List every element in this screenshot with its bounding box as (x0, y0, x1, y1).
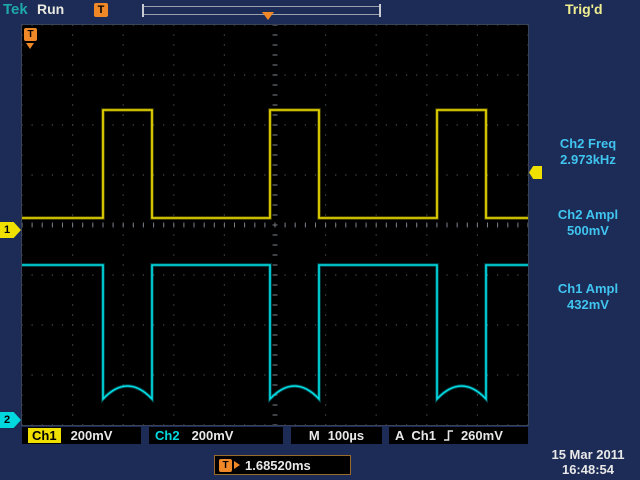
date-text: 15 Mar 2011 (538, 447, 638, 462)
ch1-label-badge: Ch1 (28, 428, 61, 443)
trigger-mode-label: A (395, 428, 404, 443)
measurement-ch2-ampl: Ch2 Ampl 500mV (536, 207, 640, 239)
trigger-source: Ch1 (411, 428, 436, 443)
acquisition-status: Run (37, 1, 64, 17)
rising-edge-icon (443, 429, 454, 442)
waveform-display (22, 25, 528, 425)
datetime-readout: 15 Mar 2011 16:48:54 (538, 447, 638, 477)
trigger-readout: A Ch1 260mV (389, 427, 528, 444)
horizontal-position-readout: T 1.68520ms (214, 455, 351, 475)
measurement-label: Ch2 Freq (536, 136, 640, 152)
ch2-volts-per-div: 200mV (192, 428, 234, 443)
trigger-time-arrow-icon (26, 43, 34, 49)
measurement-label: Ch2 Ampl (536, 207, 640, 223)
time-per-div: 100µs (328, 428, 364, 443)
ch1-ground-marker: 1 (0, 222, 21, 238)
graticule: T (22, 25, 528, 425)
measurement-label: Ch1 Ampl (536, 281, 640, 297)
measurement-value: 2.973kHz (536, 152, 640, 168)
measurement-ch2-freq: Ch2 Freq 2.973kHz (536, 136, 640, 168)
trigger-position-icon (262, 12, 274, 20)
tek-logo: Tek (3, 1, 28, 18)
timebase-readout: M 100µs (291, 427, 382, 444)
trigger-position-marker-icon: T (219, 459, 232, 472)
ch2-ground-marker: 2 (0, 412, 21, 428)
trigger-time-marker-icon: T (24, 28, 37, 41)
measurement-value: 432mV (536, 297, 640, 313)
time-text: 16:48:54 (538, 462, 638, 477)
right-arrow-icon (234, 461, 240, 469)
ch1-scale-readout: Ch1 200mV (22, 427, 141, 444)
ch2-label: Ch2 (155, 428, 180, 443)
ch1-volts-per-div: 200mV (71, 428, 113, 443)
trigger-position-value: 1.68520ms (245, 458, 311, 473)
ch2-scale-readout: Ch2 200mV (149, 427, 283, 444)
oscilloscope-screen: Tek Run T Trig'd T 1 2 Ch2 Freq 2.973kHz… (0, 0, 640, 480)
timebase-label: M (309, 428, 320, 443)
trigger-marker-icon: T (94, 3, 108, 17)
measurement-value: 500mV (536, 223, 640, 239)
measurement-ch1-ampl: Ch1 Ampl 432mV (536, 281, 640, 313)
trigger-status: Trig'd (565, 1, 603, 17)
trigger-level-value: 260mV (461, 428, 503, 443)
